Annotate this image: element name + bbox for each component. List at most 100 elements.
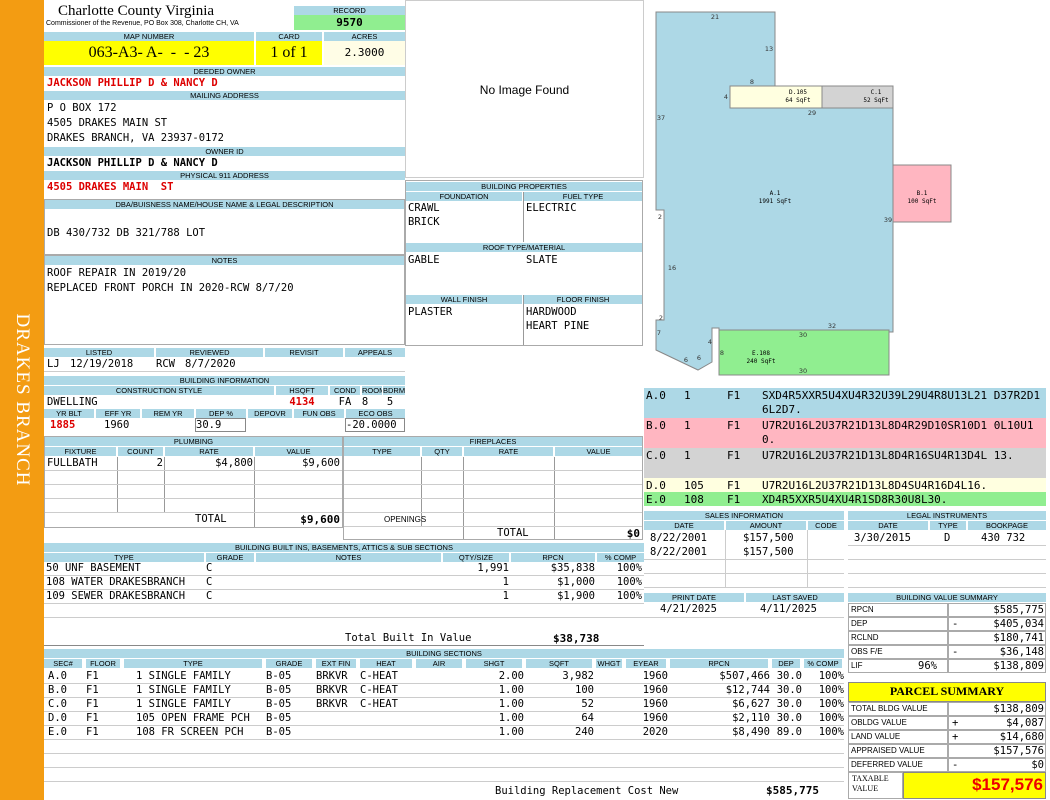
- acres-label: ACRES: [324, 32, 405, 41]
- mailing-address-label: MAILING ADDRESS: [44, 91, 405, 100]
- sale-1-date: 8/22/2001: [650, 532, 707, 544]
- foundation-2: BRICK: [408, 216, 440, 228]
- section-comp: 100%: [818, 670, 844, 682]
- section-heat: C-HEAT: [360, 684, 398, 696]
- section-sqft: 240: [575, 726, 594, 738]
- section-heat: C-HEAT: [360, 698, 398, 710]
- card-label: CARD: [256, 32, 322, 41]
- builtin-rpcn: $1,000: [557, 576, 595, 588]
- parcel-row-value: $14,680: [999, 731, 1044, 743]
- parcel-row-label: APPRAISED VALUE: [851, 746, 925, 755]
- section-dep: 30.0: [776, 684, 802, 696]
- builtin-rpcn: $35,838: [550, 562, 595, 574]
- sections-col-grade: GRADE: [266, 659, 312, 668]
- county-title: Charlotte County Virginia: [58, 3, 215, 19]
- taxable-label: TAXABLE VALUE: [852, 774, 889, 793]
- legal-text: DB 430/732 DB 321/788 LOT: [47, 227, 206, 239]
- legal-label: DBA/BUISNESS NAME/HOUSE NAME & LEGAL DES…: [45, 200, 404, 209]
- sketch-label-area: 100 SqFt: [908, 198, 937, 205]
- builtin-qty: 1: [502, 590, 509, 602]
- fire-row-line-4: [344, 512, 642, 513]
- record-value: 9570: [294, 15, 405, 30]
- bvs-row-extra: 96%: [918, 660, 937, 672]
- plumbing-col-rate: RATE: [165, 447, 253, 456]
- section-dep: 30.0: [776, 712, 802, 724]
- print-date: 4/21/2025: [660, 603, 717, 615]
- sketch-dimension: 21: [711, 13, 719, 21]
- section-ext: BRKVR: [316, 670, 348, 682]
- section-eyear: 1960: [642, 684, 668, 696]
- section-rpcn: $12,744: [725, 684, 770, 696]
- parcel-row-value: $4,087: [1006, 717, 1044, 729]
- plumbing-col-fixture: FIXTURE: [45, 447, 116, 456]
- section-grade: B-05: [266, 670, 292, 682]
- brcn-label: Building Replacement Cost New: [495, 785, 679, 797]
- section-floor: F1: [86, 670, 99, 682]
- sketch-label-code: A.1: [770, 190, 781, 197]
- sections-col-sqft: SQFT: [526, 659, 592, 668]
- section-type: 1 SINGLE FAMILY: [136, 698, 231, 710]
- sketch-label-code: E.108: [752, 350, 770, 357]
- section-rpcn: $6,627: [732, 698, 770, 710]
- sketch-dimension: 2: [659, 314, 663, 322]
- section-eyear: 1960: [642, 698, 668, 710]
- deeded-owner-label: DEEDED OWNER: [44, 67, 405, 76]
- section-dep: 30.0: [776, 670, 802, 682]
- notes-label: NOTES: [45, 256, 404, 265]
- last-saved: 4/11/2025: [760, 603, 817, 615]
- bvs-row-label: LIF: [851, 661, 863, 670]
- vector-sec: A.0: [646, 389, 666, 402]
- builtins-col-qty: QTY/SIZE: [443, 553, 509, 562]
- section-comp: 100%: [818, 712, 844, 724]
- foundation-1: CRAWL: [408, 202, 440, 214]
- builtins-label: BUILDING BUILT INS, BASEMENTS, ATTICS & …: [44, 543, 644, 552]
- last-saved-label: LAST SAVED: [746, 593, 844, 602]
- side-label: DRAKES BRANCH: [12, 313, 33, 487]
- owner-id-label: OWNER ID: [44, 147, 405, 156]
- section-ext: BRKVR: [316, 684, 348, 696]
- sections-col-shgt: SHGT: [466, 659, 522, 668]
- section-floor: F1: [86, 712, 99, 724]
- listing-rule: [44, 371, 405, 372]
- commissioner-address: Commissioner of the Revenue, PO Box 308,…: [46, 20, 239, 27]
- sections-row-line-3: [44, 767, 844, 768]
- props-divider-1: [523, 192, 524, 242]
- fire-row-line-2: [344, 484, 642, 485]
- roof-type: GABLE: [408, 254, 440, 266]
- rooms-value: 8: [361, 396, 369, 408]
- sections-col-heat: HEAT: [360, 659, 412, 668]
- builtin-comp: 100%: [616, 562, 642, 574]
- sale-2-amount: $157,500: [743, 546, 794, 558]
- sale-2-date: 8/22/2001: [650, 546, 707, 558]
- vector-n: 1: [684, 389, 691, 402]
- bdrms-value: 5: [386, 396, 394, 408]
- plumbing-col-count: COUNT: [118, 447, 163, 456]
- section-comp: 100%: [818, 698, 844, 710]
- section-shgt: 1.00: [498, 684, 524, 696]
- parcel-row-value: $0: [1031, 759, 1044, 771]
- plumbing-value: $9,600: [302, 457, 340, 469]
- vector-n: 1: [684, 449, 691, 462]
- construction-style-label: CONSTRUCTION STYLE: [44, 386, 274, 395]
- section-grade: B-05: [266, 698, 292, 710]
- sketch-label-area: 1991 SqFt: [759, 198, 792, 205]
- parcel-row-value: $157,576: [993, 745, 1044, 757]
- section-grade: B-05: [266, 726, 292, 738]
- sales-col-date: DATE: [644, 521, 724, 530]
- sections-col-eyear: EYEAR: [626, 659, 666, 668]
- sketch-dimension: 37: [657, 114, 665, 122]
- legal-row-line-4: [848, 587, 1046, 588]
- fireplace-col-rate: RATE: [464, 447, 553, 456]
- hsqft-value: 4134: [289, 396, 315, 408]
- bdrms-label: BDRMS: [383, 386, 405, 395]
- sketch-dimension: 2: [658, 213, 662, 221]
- section-type: 1 SINGLE FAMILY: [136, 684, 231, 696]
- fireplace-total: $0: [626, 527, 640, 540]
- builtin-type: 50 UNF BASEMENT: [46, 562, 141, 574]
- section-comp: 100%: [818, 684, 844, 696]
- physical-address-label: PHYSICAL 911 ADDRESS: [44, 171, 405, 180]
- sections-row-line-2: [44, 753, 844, 754]
- fireplace-total-label: TOTAL: [497, 527, 529, 539]
- section-type: 105 OPEN FRAME PCH: [136, 712, 250, 724]
- section-type: 1 SINGLE FAMILY: [136, 670, 231, 682]
